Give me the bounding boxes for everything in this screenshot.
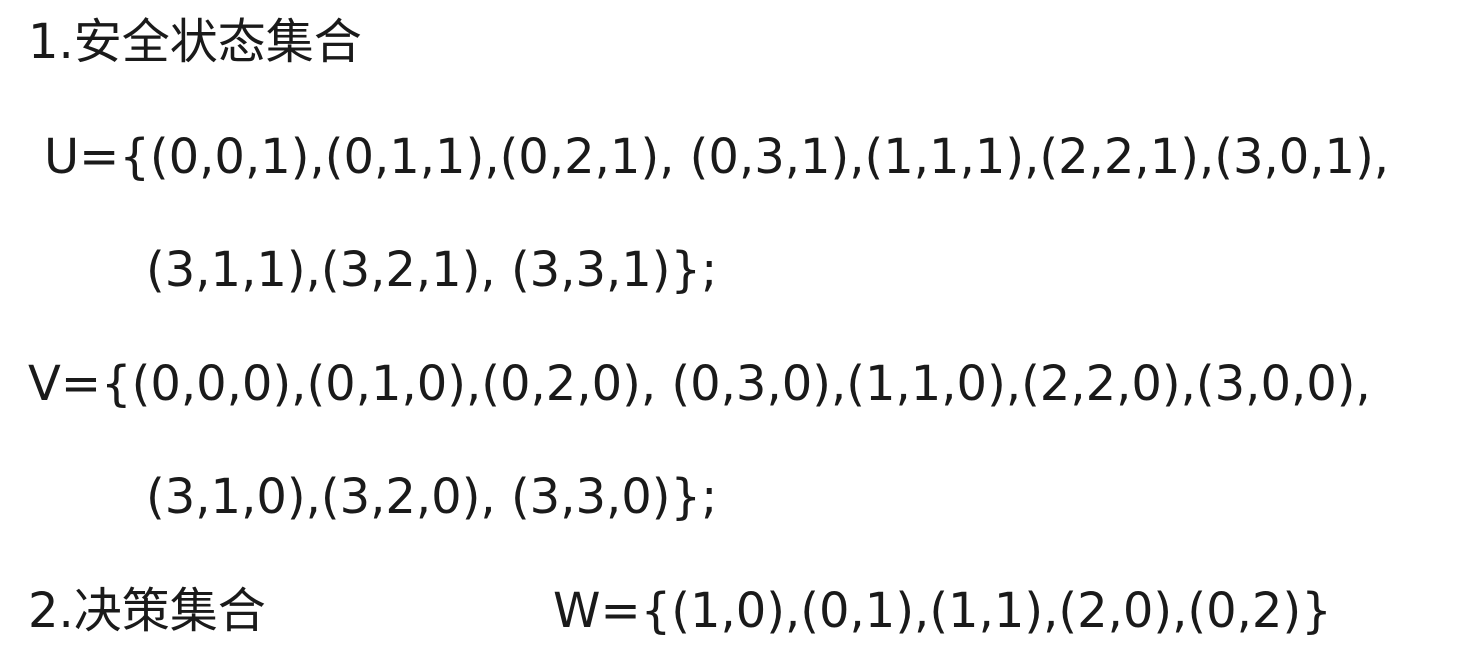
set-v-line-2: (3,1,0),(3,2,0), (3,3,0)}; <box>146 469 718 525</box>
set-v-line-1: V={(0,0,0),(0,1,0),(0,2,0), (0,3,0),(1,1… <box>28 356 1371 412</box>
set-u-line-2: (3,1,1),(3,2,1), (3,3,1)}; <box>146 242 718 298</box>
set-w: W={(1,0),(0,1),(1,1),(2,0),(0,2)} <box>553 583 1332 639</box>
decision-set-heading: 2.决策集合 <box>28 583 266 639</box>
set-u-line-1: U={(0,0,1),(0,1,1),(0,2,1), (0,3,1),(1,1… <box>44 129 1390 185</box>
safe-state-set-heading: 1.安全状态集合 <box>28 14 362 70</box>
